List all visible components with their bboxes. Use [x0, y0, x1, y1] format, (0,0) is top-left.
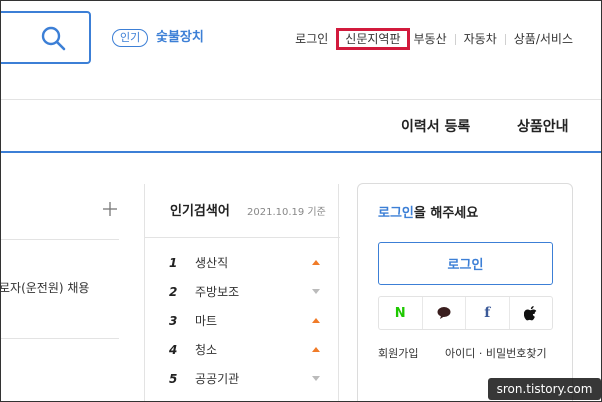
popular-keywords-panel: 인기검색어 2021.10.19 기준 1 생산직 2 주방보조 3 마트 4 …: [144, 184, 340, 401]
facebook-icon: f: [484, 305, 491, 321]
watermark: sron.tistory.com: [488, 378, 601, 400]
kakao-login-button[interactable]: [423, 297, 466, 329]
trend-down-icon: [312, 376, 320, 381]
naver-icon: N: [394, 305, 406, 321]
social-login-row: N f: [378, 296, 553, 330]
divider: [145, 237, 340, 238]
popular-keyword-link[interactable]: 숯불장치: [156, 29, 204, 47]
page-frame: 인기 숯불장치 로그인 신문지역판 부동산 자동차 상품/서비스 이력서 등록 …: [0, 0, 602, 402]
apple-login-button[interactable]: [510, 297, 553, 329]
keyword-rank: 1: [169, 256, 178, 270]
keyword-row[interactable]: 5 공공기관: [169, 368, 329, 397]
login-prompt-text: 을 해주세요: [413, 206, 479, 221]
job-listing-snippet[interactable]: 로자(운전원) 채용: [1, 279, 89, 296]
keyword-text[interactable]: 마트: [195, 313, 217, 329]
popular-keywords-date: 2021.10.19 기준: [247, 207, 326, 218]
top-link-products-services[interactable]: 상품/서비스: [514, 30, 573, 48]
header-divider: [1, 99, 601, 100]
trend-up-icon: [312, 318, 320, 323]
popular-tag: 인기: [112, 29, 149, 47]
keyword-row[interactable]: 4 청소: [169, 339, 329, 368]
divider: [504, 33, 506, 45]
top-link-newspaper[interactable]: 신문지역판: [336, 28, 410, 50]
kakao-talk-icon: [437, 307, 451, 319]
keyword-rank: 4: [169, 343, 178, 357]
top-link-login[interactable]: 로그인: [295, 30, 328, 48]
top-link-realestate[interactable]: 부동산: [414, 30, 447, 48]
trend-up-icon: [312, 347, 320, 352]
find-account-link[interactable]: 아이디 · 비밀번호찾기: [445, 347, 547, 361]
apple-icon: [524, 305, 537, 320]
login-prompt: 로그인을 해주세요: [378, 206, 478, 222]
nav-divider: [1, 151, 601, 153]
keyword-text[interactable]: 주방보조: [195, 284, 239, 300]
login-button[interactable]: 로그인: [378, 242, 553, 285]
trend-up-icon: [312, 260, 320, 265]
nav-resume-register[interactable]: 이력서 등록: [401, 118, 470, 136]
popular-keywords-title: 인기검색어: [170, 204, 230, 219]
keyword-rank: 2: [169, 285, 178, 299]
search-box[interactable]: [1, 11, 91, 64]
login-prompt-link[interactable]: 로그인: [378, 206, 414, 221]
facebook-login-button[interactable]: f: [466, 297, 510, 329]
nav-product-info[interactable]: 상품안내: [517, 118, 569, 136]
popular-keywords-list: 1 생산직 2 주방보조 3 마트 4 청소 5 공공기관: [169, 252, 329, 397]
keyword-text[interactable]: 공공기관: [195, 371, 239, 387]
search-icon[interactable]: [39, 24, 67, 52]
keyword-row[interactable]: 3 마트: [169, 310, 329, 339]
keyword-text[interactable]: 생산직: [195, 255, 228, 271]
keyword-rank: 3: [169, 314, 178, 328]
naver-login-button[interactable]: N: [379, 297, 423, 329]
divider: [1, 338, 119, 339]
divider: [1, 239, 119, 240]
signup-link[interactable]: 회원가입: [378, 347, 418, 361]
keyword-rank: 5: [169, 372, 178, 386]
divider: [454, 33, 456, 45]
top-link-car[interactable]: 자동차: [464, 30, 497, 48]
login-box: 로그인을 해주세요 로그인 N f 회원가입 아이디 · 비밀번호찾기: [357, 183, 573, 401]
keyword-row[interactable]: 2 주방보조: [169, 281, 329, 310]
keyword-text[interactable]: 청소: [195, 342, 217, 358]
top-links: 로그인 신문지역판 부동산 자동차 상품/서비스: [295, 28, 573, 50]
plus-icon[interactable]: [103, 202, 117, 216]
keyword-row[interactable]: 1 생산직: [169, 252, 329, 281]
trend-down-icon: [312, 289, 320, 294]
